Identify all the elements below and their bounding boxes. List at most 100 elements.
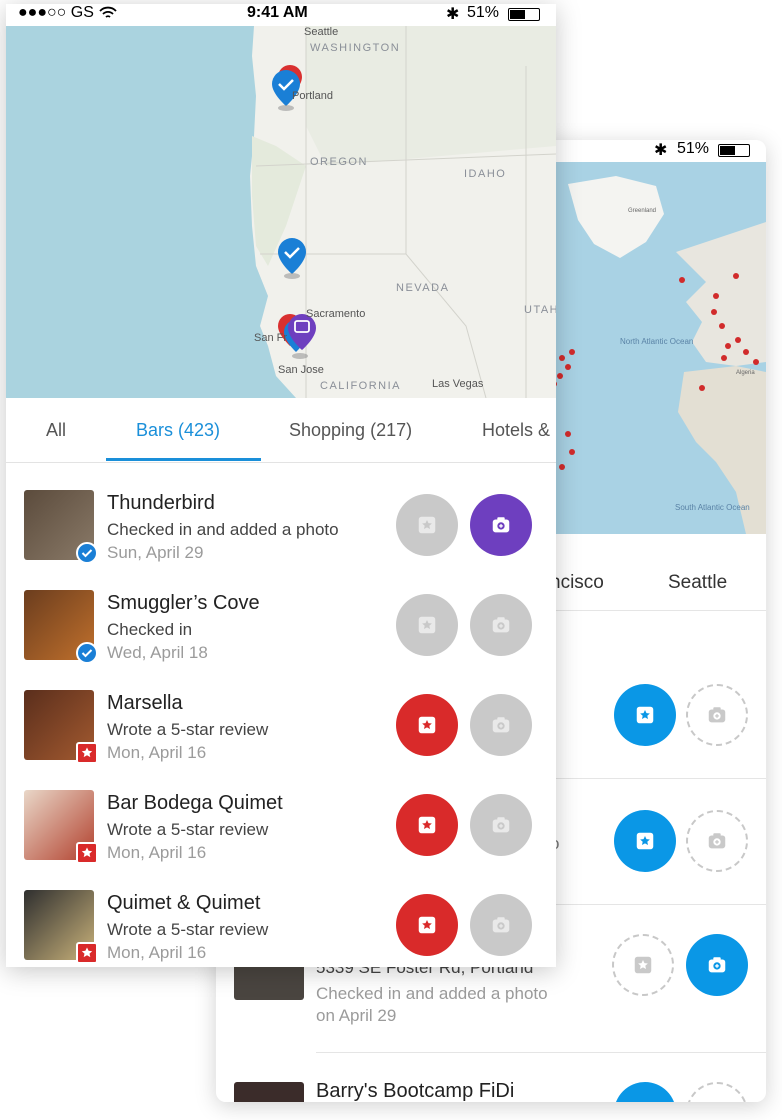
add-photo-button[interactable] [686, 934, 748, 996]
back-tab-san-francisco[interactable]: ncisco [550, 572, 604, 594]
venue-title: Thunderbird [107, 492, 215, 514]
activity-row[interactable]: Quimet & Quimet Wrote a 5-star review Mon,… [6, 890, 556, 967]
review-badge-icon [76, 742, 98, 764]
tab-shopping[interactable]: Shopping (217) [289, 420, 412, 441]
tab-bars[interactable]: Bars (423) [136, 420, 220, 441]
venue-title: Smuggler’s Cove [107, 592, 260, 614]
star-icon [636, 832, 654, 850]
map-label-greenland: Greenland [628, 208, 656, 214]
venue-thumbnail [24, 890, 98, 964]
activity-text: Checked in and added a photo [107, 520, 339, 539]
carrier-signal: ●●●○○ GS [18, 4, 94, 21]
region-map[interactable]: WASHINGTON Seattle Portland OREGON IDAHO… [6, 26, 556, 398]
review-button[interactable] [614, 810, 676, 872]
activity-text: Wrote a 5-star review [107, 820, 269, 839]
activity-text: Checked in [107, 620, 193, 639]
venue-thumbnail [24, 590, 98, 664]
add-photo-button[interactable] [470, 694, 532, 756]
map-label-washington: WASHINGTON [310, 42, 401, 54]
tab-all[interactable]: All [46, 420, 66, 441]
divider [316, 1052, 766, 1053]
add-photo-button[interactable] [686, 1082, 748, 1102]
venue-thumbnail [24, 690, 98, 764]
date-text: Sun, April 29 [107, 543, 204, 562]
back-battery-percent: 51% [677, 140, 710, 157]
checkin-badge-icon [76, 642, 98, 664]
date-text: Mon, April 16 [107, 943, 207, 962]
map-label-sacramento: Sacramento [306, 308, 366, 320]
camera-icon [492, 717, 510, 733]
map-label-utah: UTAH [524, 304, 556, 316]
camera-icon [492, 617, 510, 633]
date-text: Mon, April 16 [107, 843, 207, 862]
front-phone-screen: ●●●○○ GS 9:41 AM ✱ 51% WASHINGTON Seattl… [6, 4, 556, 967]
review-button[interactable] [612, 934, 674, 996]
map-label-san-jose: San Jose [278, 364, 324, 376]
bluetooth-icon: ✱ [446, 6, 460, 23]
venue-title: Bar Bodega Quimet [107, 792, 283, 814]
clock: 9:41 AM [247, 4, 308, 21]
map-label-north-atlantic: North Atlantic Ocean [620, 337, 693, 346]
activity-row[interactable]: Smuggler’s Cove Checked in Wed, April 18 [6, 590, 556, 680]
review-button[interactable] [396, 894, 458, 956]
category-tabs: All Bars (423) Shopping (217) Hotels & [6, 398, 556, 463]
review-button[interactable] [614, 684, 676, 746]
add-photo-button[interactable] [470, 794, 532, 856]
date-text: on April 29 [316, 1006, 397, 1025]
status-bar: ●●●○○ GS 9:41 AM ✱ 51% [6, 4, 556, 26]
map-label-las-vegas: Las Vegas [432, 378, 484, 390]
camera-icon [708, 957, 726, 973]
checkin-badge-icon [76, 542, 98, 564]
battery-icon [718, 144, 750, 157]
back-tab-seattle[interactable]: Seattle [668, 572, 727, 594]
star-icon [418, 816, 436, 834]
activity-text: Checked in and added a photo [316, 984, 548, 1003]
venue-title: Quimet & Quimet [107, 892, 261, 914]
star-icon [418, 916, 436, 934]
add-photo-button[interactable] [686, 684, 748, 746]
map-label-algeria: Algeria [736, 370, 755, 376]
map-label-idaho: IDAHO [464, 168, 507, 180]
review-badge-icon [76, 842, 98, 864]
venue-thumbnail [24, 790, 98, 864]
activity-text: Wrote a 5-star review [107, 920, 269, 939]
review-button[interactable] [396, 494, 458, 556]
activity-row[interactable]: Thunderbird Checked in and added a photo S… [6, 490, 556, 580]
venue-thumbnail [24, 490, 98, 564]
bluetooth-icon: ✱ [654, 142, 668, 159]
add-photo-button[interactable] [686, 810, 748, 872]
camera-icon [492, 917, 510, 933]
review-button[interactable] [396, 794, 458, 856]
star-icon [636, 706, 654, 724]
camera-icon [492, 517, 510, 533]
venue-thumbnail [234, 1082, 304, 1102]
star-icon [418, 716, 436, 734]
add-photo-button[interactable] [470, 494, 532, 556]
camera-icon [708, 707, 726, 723]
active-tab-indicator [106, 458, 261, 461]
map-label-nevada: NEVADA [396, 282, 450, 294]
battery-icon [508, 8, 540, 21]
star-icon [418, 516, 436, 534]
date-text: Mon, April 16 [107, 743, 207, 762]
review-button[interactable] [396, 594, 458, 656]
activity-row[interactable]: Marsella Wrote a 5-star review Mon, April … [6, 690, 556, 780]
map-label-california: CALIFORNIA [320, 380, 402, 392]
review-button[interactable] [396, 694, 458, 756]
add-photo-button[interactable] [470, 594, 532, 656]
add-photo-button[interactable] [470, 894, 532, 956]
map-label-portland: Portland [292, 90, 333, 102]
map-label-san-francisco: San Fr [254, 332, 288, 344]
map-label-south-atlantic: South Atlantic Ocean [675, 503, 750, 512]
wifi-icon [99, 6, 117, 18]
activity-row[interactable]: Bar Bodega Quimet Wrote a 5-star review Mo… [6, 790, 556, 880]
review-button[interactable] [614, 1082, 676, 1102]
star-icon [634, 956, 652, 974]
map-label-seattle: Seattle [304, 26, 339, 38]
review-badge-icon [76, 942, 98, 964]
map-label-oregon: OREGON [310, 156, 368, 168]
activity-text: Wrote a 5-star review [107, 720, 269, 739]
camera-icon [492, 817, 510, 833]
venue-title: Barry's Bootcamp FiDi [316, 1080, 515, 1102]
tab-hotels[interactable]: Hotels & [482, 420, 550, 441]
